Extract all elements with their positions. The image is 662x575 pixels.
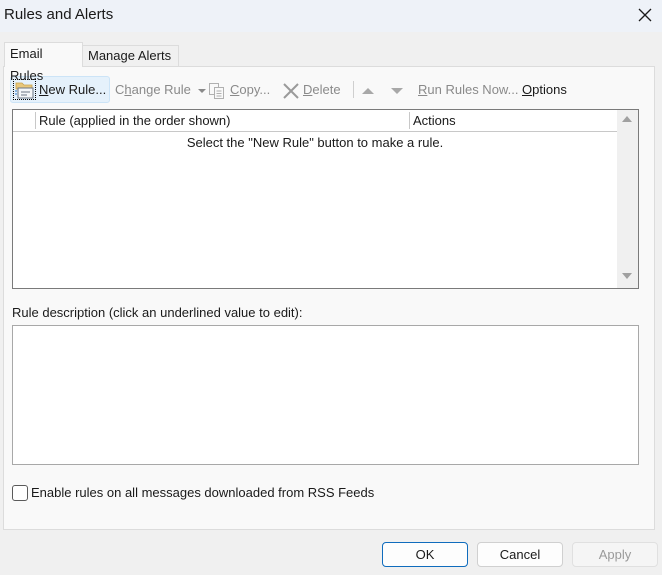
close-button[interactable]	[628, 0, 662, 30]
options-button[interactable]: Options	[522, 76, 567, 103]
column-header-rule[interactable]: Rule (applied in the order shown)	[39, 110, 231, 131]
change-rule-button[interactable]: Change Rule	[115, 76, 206, 103]
toolbar-separator	[353, 81, 354, 98]
options-label: Options	[522, 82, 567, 97]
ok-button[interactable]: OK	[382, 542, 468, 567]
column-divider	[35, 112, 36, 129]
access-key-letter: O	[522, 82, 533, 97]
run-rules-now-button[interactable]: Run Rules Now...	[418, 76, 518, 103]
new-rule-label: New Rule...	[39, 82, 107, 97]
column-divider[interactable]	[409, 112, 410, 129]
rss-rules-checkbox[interactable]	[12, 485, 28, 501]
window-title: Rules and Alerts	[4, 6, 114, 23]
tab-email-rules[interactable]: Email Rules	[4, 42, 83, 83]
change-rule-label: Change Rule	[115, 82, 191, 97]
close-icon	[638, 8, 652, 22]
copy-button[interactable]: Copy...	[208, 76, 270, 103]
delete-button[interactable]: Delete	[282, 76, 341, 103]
rules-list[interactable]: Rule (applied in the order shown) Action…	[12, 109, 639, 289]
triangle-down-icon	[391, 87, 403, 94]
column-header-actions[interactable]: Actions	[413, 110, 456, 131]
rule-description-label: Rule description (click an underlined va…	[12, 305, 303, 320]
access-key-letter: R	[418, 82, 428, 97]
access-key-letter: C	[230, 82, 240, 97]
scroll-down-arrow-icon[interactable]	[621, 272, 633, 281]
rules-list-scrollbar[interactable]	[617, 110, 638, 288]
scroll-up-arrow-icon[interactable]	[621, 114, 633, 123]
rules-list-header: Rule (applied in the order shown) Action…	[13, 110, 617, 132]
cancel-button[interactable]: Cancel	[477, 542, 563, 567]
copy-icon	[209, 82, 224, 99]
delete-x-icon	[283, 82, 299, 99]
chevron-down-icon	[197, 88, 206, 93]
empty-list-message: Select the "New Rule" button to make a r…	[186, 135, 444, 150]
delete-label: Delete	[303, 82, 341, 97]
triangle-up-icon	[362, 87, 374, 94]
access-key-letter: D	[303, 82, 313, 97]
run-rules-now-label: Run Rules Now...	[418, 82, 519, 97]
rule-description-box[interactable]	[12, 325, 639, 465]
title-bar: Rules and Alerts	[0, 0, 662, 32]
rules-toolbar: New Rule... Change Rule Copy... Delete R…	[10, 76, 610, 103]
move-down-button[interactable]	[391, 76, 407, 103]
copy-label: Copy...	[230, 82, 271, 97]
move-up-button[interactable]	[362, 76, 378, 103]
rss-rules-label[interactable]: Enable rules on all messages downloaded …	[31, 485, 374, 500]
apply-button[interactable]: Apply	[572, 542, 658, 567]
tab-manage-alerts[interactable]: Manage Alerts	[83, 45, 179, 66]
access-key-letter: h	[124, 82, 132, 97]
